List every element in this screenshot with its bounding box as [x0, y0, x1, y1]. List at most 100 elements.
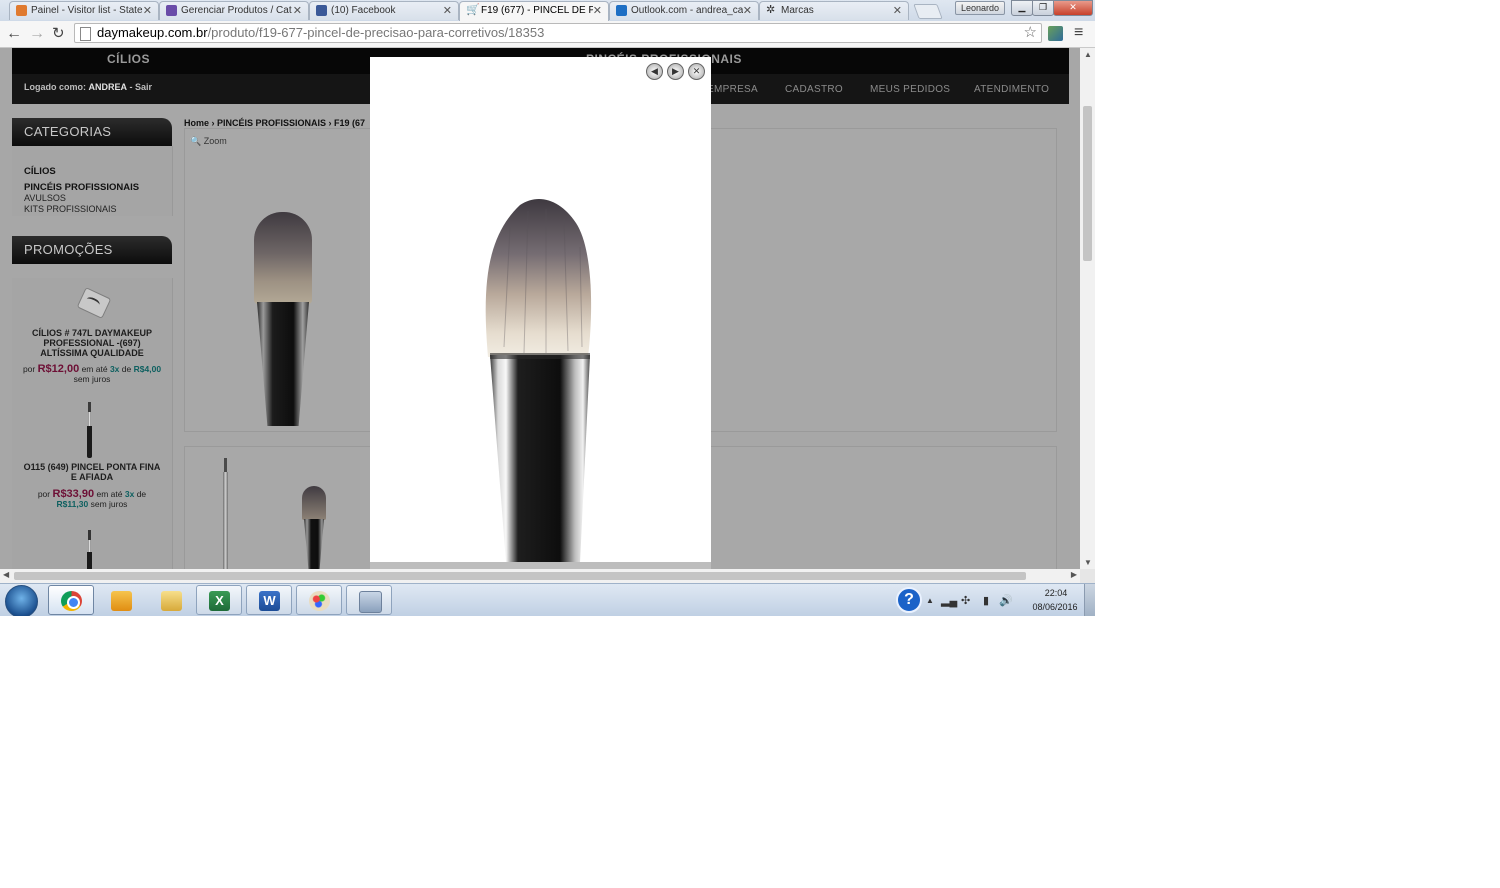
price-prefix: por — [37, 489, 51, 499]
back-arrow-icon[interactable]: ← — [6, 24, 22, 44]
brush-bristles — [485, 199, 592, 357]
favicon-icon — [16, 5, 27, 16]
profile-button[interactable]: Leonardo — [955, 1, 1005, 15]
taskbar-chrome[interactable] — [48, 585, 94, 615]
installment-value: R$4,00 — [133, 364, 162, 374]
scroll-right-icon[interactable]: ▶ — [1071, 570, 1077, 579]
promo-name-line: O115 (649) PINCEL PONTA FINA — [23, 462, 161, 472]
close-icon[interactable]: ✕ — [688, 63, 705, 80]
window-close-button[interactable]: ✕ — [1053, 0, 1093, 16]
folder-icon — [161, 591, 182, 611]
extension-icon[interactable] — [1048, 26, 1063, 41]
chrome-menu-icon[interactable]: ≡ — [1074, 24, 1083, 42]
clock-time[interactable]: 22:04 — [1030, 588, 1082, 598]
promo-image-cilios[interactable] — [76, 287, 112, 319]
battery-icon[interactable]: ▮ — [983, 594, 989, 607]
taskbar-explorer[interactable] — [148, 585, 194, 615]
category-pinceis[interactable]: PINCÉIS PROFISSIONAIS — [24, 182, 139, 193]
taskbar-excel[interactable]: X — [196, 585, 242, 615]
url-host: daymakeup.com.br — [97, 25, 208, 40]
zoom-control[interactable]: 🔍 Zoom — [190, 136, 227, 147]
category-avulsos[interactable]: AVULSOS — [24, 193, 66, 203]
installment-note: sem juros — [90, 499, 128, 509]
tray-expand-icon[interactable]: ▲ — [926, 596, 934, 605]
category-cilios[interactable]: CÍLIOS — [24, 166, 56, 177]
volume-icon[interactable]: 🔊 — [999, 594, 1013, 607]
bookmark-star-icon[interactable]: ☆ — [1024, 24, 1037, 42]
tab-title: (10) Facebook — [331, 5, 396, 16]
favicon-icon — [166, 5, 177, 16]
horizontal-scrollbar[interactable]: ◀ ▶ — [0, 569, 1080, 583]
tab-strip: Painel - Visitor list - State ✕ Gerencia… — [0, 0, 1095, 21]
installment-note: sem juros — [73, 374, 111, 384]
address-bar[interactable]: daymakeup.com.br/produto/f19-677-pincel-… — [74, 23, 1042, 43]
network-icon[interactable]: ✣ — [961, 594, 970, 607]
installment-count: 3x — [124, 489, 135, 499]
show-desktop-button[interactable] — [1084, 584, 1095, 616]
new-tab-button[interactable] — [913, 4, 943, 19]
scroll-corner — [1080, 569, 1095, 583]
next-arrow-icon[interactable]: ▶ — [667, 63, 684, 80]
top-menu-cilios[interactable]: CÍLIOS — [107, 52, 150, 66]
promo-image-pincel[interactable] — [86, 402, 94, 458]
tab-close-icon[interactable]: ✕ — [893, 4, 902, 17]
scroll-thumb[interactable] — [14, 572, 1026, 580]
taskbar-outlook[interactable] — [98, 585, 144, 615]
product-thumb-full[interactable] — [222, 458, 230, 569]
vertical-scrollbar[interactable]: ▲ ▼ — [1080, 48, 1095, 569]
tab-painel[interactable]: Painel - Visitor list - State ✕ — [9, 1, 159, 20]
url-text: daymakeup.com.br/produto/f19-677-pincel-… — [97, 24, 544, 42]
promo-name-2[interactable]: O115 (649) PINCEL PONTA FINA E AFIADA — [14, 462, 170, 482]
category-kits[interactable]: KITS PROFISSIONAIS — [24, 204, 117, 214]
facebook-icon — [316, 5, 327, 16]
installment-de: de — [136, 489, 147, 499]
promo-name-1[interactable]: CÍLIOS # 747L DAYMAKEUP PROFESSIONAL -(6… — [14, 328, 170, 358]
word-icon: W — [259, 591, 280, 611]
signal-icon[interactable]: ▂▄ — [941, 594, 957, 607]
tab-close-icon[interactable]: ✕ — [743, 4, 752, 17]
help-icon[interactable]: ? — [896, 587, 922, 613]
installment-prefix: em até — [81, 364, 108, 374]
cart-icon: 🛒 — [466, 4, 480, 16]
scroll-left-icon[interactable]: ◀ — [3, 570, 9, 579]
tab-gerenciar-produtos[interactable]: Gerenciar Produtos / Cat ✕ — [159, 1, 309, 20]
clock-date[interactable]: 08/06/2016 — [1024, 602, 1086, 612]
brush-ferrule — [490, 355, 590, 563]
promo-image-pincel-3[interactable] — [87, 530, 93, 569]
taskbar-paint[interactable] — [296, 585, 342, 615]
page-icon — [80, 27, 91, 41]
promotions-heading: PROMOÇÕES — [12, 236, 172, 264]
taskbar-calculator[interactable] — [346, 585, 392, 615]
product-thumb-detail[interactable] — [300, 486, 328, 569]
forward-arrow-icon[interactable]: → — [29, 24, 45, 44]
scroll-down-icon[interactable]: ▼ — [1084, 558, 1092, 567]
tab-close-icon[interactable]: ✕ — [443, 4, 452, 17]
minimize-button[interactable]: ▁ — [1011, 0, 1033, 16]
scroll-up-icon[interactable]: ▲ — [1084, 50, 1092, 59]
tab-facebook[interactable]: (10) Facebook ✕ — [309, 1, 459, 20]
nav-atendimento[interactable]: ATENDIMENTO — [974, 84, 1049, 95]
maximize-button[interactable]: ❐ — [1032, 0, 1054, 16]
scroll-thumb[interactable] — [1083, 106, 1092, 261]
nav-meus-pedidos[interactable]: MEUS PEDIDOS — [870, 84, 950, 95]
start-button[interactable] — [5, 585, 38, 616]
tab-close-icon[interactable]: ✕ — [593, 4, 602, 17]
tab-f19-pincel[interactable]: 🛒 F19 (677) - PINCEL DE PR ✕ — [459, 1, 609, 21]
prev-arrow-icon[interactable]: ◀ — [646, 63, 663, 80]
magnifier-icon: 🔍 — [190, 136, 202, 146]
promo-price-1: por R$12,00 em até 3x de R$4,00 sem juro… — [14, 364, 170, 385]
nav-cadastro[interactable]: CADASTRO — [785, 84, 843, 95]
taskbar-word[interactable]: W — [246, 585, 292, 615]
logged-user: ANDREA — [88, 82, 128, 92]
nav-empresa[interactable]: EMPRESA — [707, 84, 758, 95]
installment-count: 3x — [109, 364, 120, 374]
reload-icon[interactable]: ↻ — [52, 24, 65, 44]
logout-link[interactable]: - Sair — [130, 82, 153, 92]
breadcrumb[interactable]: Home › PINCÉIS PROFISSIONAIS › F19 (67 — [184, 118, 365, 128]
tab-close-icon[interactable]: ✕ — [143, 4, 152, 17]
tab-marcas[interactable]: ✲ Marcas ✕ — [759, 1, 909, 20]
tab-outlook[interactable]: Outlook.com - andrea_ca ✕ — [609, 1, 759, 20]
tab-close-icon[interactable]: ✕ — [293, 4, 302, 17]
tab-title: Outlook.com - andrea_ca — [631, 5, 743, 16]
product-main-image[interactable] — [250, 208, 316, 426]
